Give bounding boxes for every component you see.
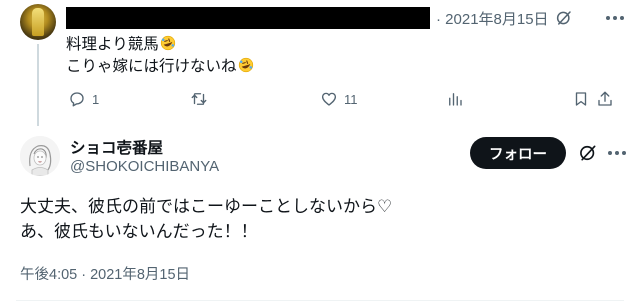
- reply-meta: · 2021年8月15日: [436, 8, 573, 28]
- analytics-icon: [449, 93, 462, 106]
- like-count: 11: [344, 91, 358, 107]
- reply-line-2-text: こりゃ嫁には行けないね: [66, 58, 237, 75]
- retweet-icon: [191, 93, 207, 105]
- tweet-text: 大丈夫、彼氏の前ではこーゆーことしないから♡ あ、彼氏もいないんだった！！: [20, 194, 392, 244]
- bookmark-icon: [575, 92, 587, 106]
- author-avatar[interactable]: [20, 136, 60, 176]
- reply-button[interactable]: 1: [68, 88, 99, 110]
- tweet-timestamp[interactable]: 午後4:05 · 2021年8月15日: [20, 263, 190, 284]
- tweet-text-line-2: あ、彼氏もいないんだった！！: [20, 222, 258, 241]
- author-display-name[interactable]: ショコ壱番屋: [70, 136, 163, 158]
- reply-action-bar: 1 11: [66, 88, 612, 110]
- reply-line-1: 料理より競馬: [66, 34, 254, 56]
- like-button[interactable]: 11: [320, 88, 358, 110]
- share-button[interactable]: [596, 88, 614, 110]
- rofl-emoji-icon: [160, 35, 175, 51]
- tweet-text-line-1: 大丈夫、彼氏の前ではこーゆーことしないから♡: [20, 197, 393, 216]
- thread-connector-line: [37, 44, 39, 126]
- retweet-button[interactable]: [190, 88, 214, 110]
- grok-icon[interactable]: [578, 143, 598, 163]
- comment-icon: [70, 92, 84, 107]
- reply-more-icon[interactable]: [604, 8, 626, 28]
- reply-text: 料理より競馬 こりゃ嫁には行けないね: [66, 34, 254, 78]
- follow-button[interactable]: フォロー: [470, 137, 566, 169]
- bookmark-button[interactable]: [572, 88, 590, 110]
- tweet-thread: · 2021年8月15日 料理より競馬 こりゃ嫁には行けないね 1 11 ショコ…: [0, 0, 640, 306]
- reply-count: 1: [92, 91, 100, 107]
- reply-line-1-text: 料理より競馬: [66, 36, 159, 53]
- sketch-portrait-icon: [20, 136, 60, 176]
- heart-icon: [321, 92, 337, 106]
- reply-date[interactable]: · 2021年8月15日: [436, 8, 549, 29]
- rofl-emoji-icon: [238, 57, 253, 73]
- grok-icon[interactable]: [555, 9, 573, 27]
- author-handle[interactable]: @SHOKOICHIBANYA: [70, 158, 219, 175]
- share-icon: [598, 91, 612, 106]
- reply-line-2: こりゃ嫁には行けないね: [66, 56, 254, 78]
- views-button[interactable]: [446, 88, 470, 110]
- tweet-more-icon[interactable]: [606, 143, 628, 163]
- redacted-author-name: [66, 7, 430, 29]
- divider: [16, 300, 624, 301]
- reply-author-avatar[interactable]: [20, 4, 56, 40]
